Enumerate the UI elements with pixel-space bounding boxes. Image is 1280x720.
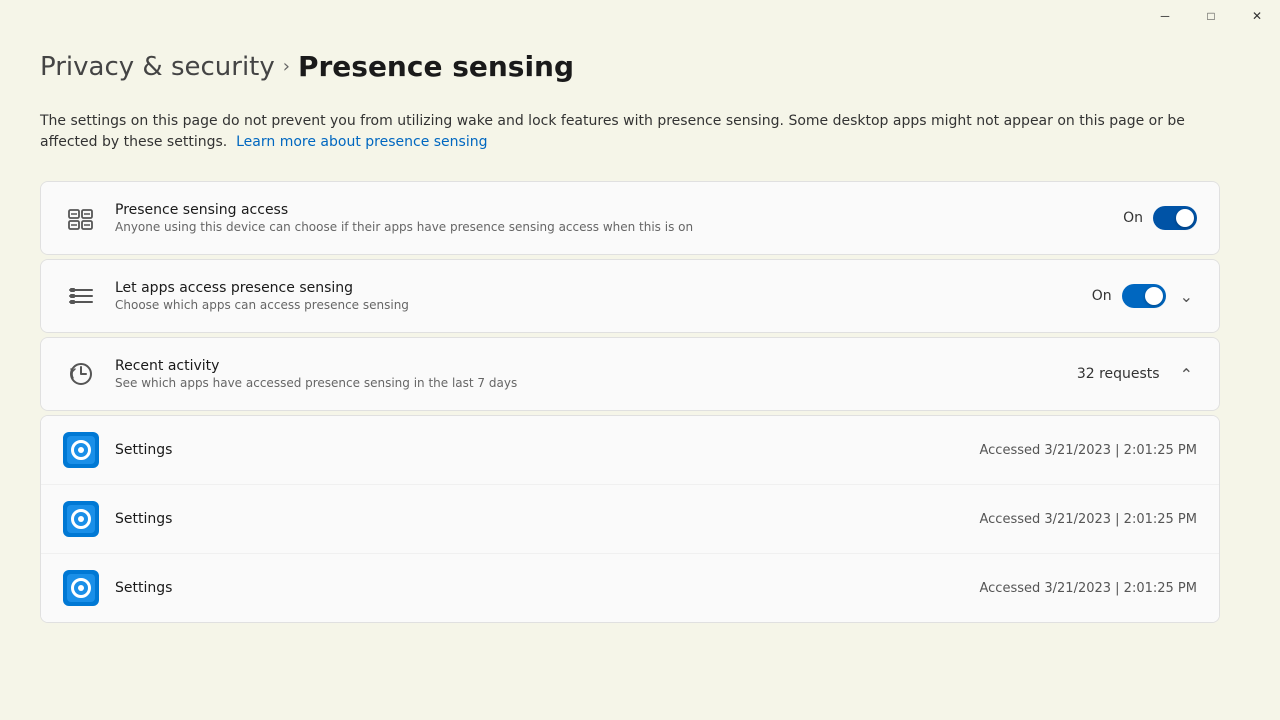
activity-item-0-app-icon — [67, 436, 95, 464]
activity-item-1-app-name: Settings — [115, 511, 980, 527]
let-apps-row: Let apps access presence sensing Choose … — [41, 260, 1219, 332]
presence-icon-svg — [67, 204, 95, 232]
recent-activity-icon — [63, 356, 99, 392]
main-content: Privacy & security › Presence sensing Th… — [0, 0, 1260, 657]
presence-access-toggle[interactable] — [1153, 206, 1197, 230]
activity-item-2: Settings Accessed 3/21/2023 | 2:01:25 PM — [41, 554, 1219, 622]
breadcrumb-parent[interactable]: Privacy & security — [40, 52, 275, 82]
recent-activity-count: 32 requests — [1077, 366, 1160, 382]
activity-item-1: Settings Accessed 3/21/2023 | 2:01:25 PM — [41, 485, 1219, 554]
description-text: The settings on this page do not prevent… — [40, 113, 1185, 150]
recent-activity-icon-svg — [67, 360, 95, 388]
recent-activity-card: Recent activity See which apps have acce… — [40, 337, 1220, 411]
let-apps-control: On ⌄ — [1092, 283, 1197, 310]
activity-items-card: Settings Accessed 3/21/2023 | 2:01:25 PM… — [40, 415, 1220, 623]
close-button[interactable]: ✕ — [1234, 0, 1280, 32]
presence-access-control: On — [1123, 206, 1197, 230]
presence-access-toggle-thumb — [1176, 209, 1194, 227]
let-apps-status: On — [1092, 288, 1112, 304]
let-apps-toggle[interactable] — [1122, 284, 1166, 308]
maximize-button[interactable]: □ — [1188, 0, 1234, 32]
presence-access-text: Presence sensing access Anyone using thi… — [115, 202, 1123, 234]
recent-activity-subtitle: See which apps have accessed presence se… — [115, 376, 1077, 390]
breadcrumb: Privacy & security › Presence sensing — [40, 50, 1220, 83]
activity-item-2-app-name: Settings — [115, 580, 980, 596]
let-apps-chevron[interactable]: ⌄ — [1176, 283, 1197, 310]
let-apps-title: Let apps access presence sensing — [115, 280, 1092, 296]
minimize-button[interactable]: ─ — [1142, 0, 1188, 32]
activity-item-0: Settings Accessed 3/21/2023 | 2:01:25 PM — [41, 416, 1219, 485]
let-apps-text: Let apps access presence sensing Choose … — [115, 280, 1092, 312]
presence-access-row: Presence sensing access Anyone using thi… — [41, 182, 1219, 254]
activity-item-1-app-icon — [67, 505, 95, 533]
activity-item-2-access-time: Accessed 3/21/2023 | 2:01:25 PM — [980, 581, 1198, 596]
presence-access-icon — [63, 200, 99, 236]
recent-activity-control: 32 requests ⌃ — [1077, 361, 1197, 388]
activity-item-0-access-time: Accessed 3/21/2023 | 2:01:25 PM — [980, 443, 1198, 458]
let-apps-subtitle: Choose which apps can access presence se… — [115, 298, 1092, 312]
let-apps-icon-svg — [67, 282, 95, 310]
presence-access-card: Presence sensing access Anyone using thi… — [40, 181, 1220, 255]
settings-app-icon-2 — [71, 578, 91, 598]
let-apps-card: Let apps access presence sensing Choose … — [40, 259, 1220, 333]
settings-app-icon-1 — [71, 509, 91, 529]
recent-activity-text: Recent activity See which apps have acce… — [115, 358, 1077, 390]
let-apps-icon — [63, 278, 99, 314]
activity-item-2-app-icon — [67, 574, 95, 602]
breadcrumb-current: Presence sensing — [298, 50, 574, 83]
recent-activity-chevron[interactable]: ⌃ — [1176, 361, 1197, 388]
recent-activity-row: Recent activity See which apps have acce… — [41, 338, 1219, 410]
recent-activity-title: Recent activity — [115, 358, 1077, 374]
let-apps-toggle-track — [1122, 284, 1166, 308]
activity-item-1-app-icon-container — [63, 501, 99, 537]
activity-item-0-app-name: Settings — [115, 442, 980, 458]
breadcrumb-separator: › — [283, 56, 290, 77]
activity-item-2-app-icon-container — [63, 570, 99, 606]
presence-access-subtitle: Anyone using this device can choose if t… — [115, 220, 1123, 234]
activity-item-1-access-time: Accessed 3/21/2023 | 2:01:25 PM — [980, 512, 1198, 527]
learn-more-link[interactable]: Learn more about presence sensing — [236, 134, 487, 150]
presence-access-status: On — [1123, 210, 1143, 226]
let-apps-toggle-thumb — [1145, 287, 1163, 305]
presence-access-title: Presence sensing access — [115, 202, 1123, 218]
presence-access-toggle-track — [1153, 206, 1197, 230]
settings-app-icon-0 — [71, 440, 91, 460]
page-description: The settings on this page do not prevent… — [40, 111, 1220, 153]
activity-item-0-app-icon-container — [63, 432, 99, 468]
title-bar: ─ □ ✕ — [1142, 0, 1280, 32]
